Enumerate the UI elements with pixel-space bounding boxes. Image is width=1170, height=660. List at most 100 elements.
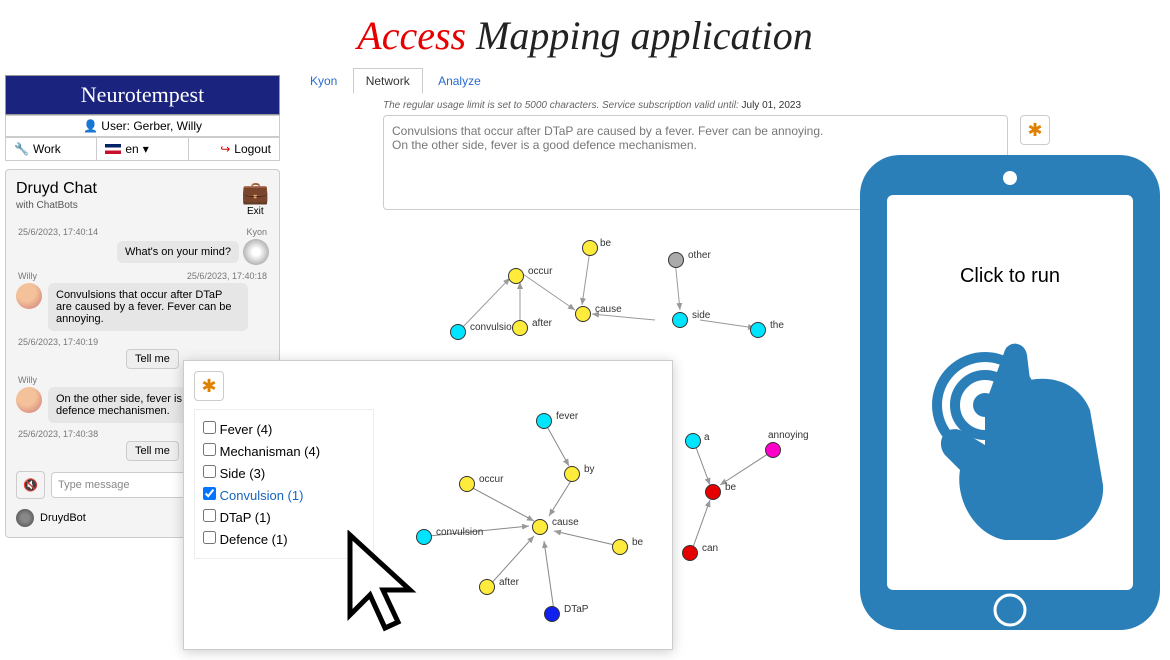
bot-name: DruydBot <box>40 512 86 524</box>
msg-ts: 25/6/2023, 17:40:18 <box>187 271 267 281</box>
avatar <box>16 283 42 309</box>
exit-label: Exit <box>242 206 269 217</box>
background-graph: convulsion occur after be cause other si… <box>400 230 830 360</box>
logout-button[interactable]: ↪ Logout <box>189 138 279 160</box>
chat-bubble: Convulsions that occur after DTaP are ca… <box>48 283 248 331</box>
logout-label: Logout <box>234 142 271 156</box>
graph-node[interactable] <box>450 324 466 340</box>
chat-bubble: What's on your mind? <box>117 241 239 263</box>
user-name: Gerber, Willy <box>133 119 202 133</box>
node-label: annoying <box>768 430 809 441</box>
mute-button[interactable]: 🔇 <box>16 471 45 499</box>
exit-button[interactable]: 💼 Exit <box>242 180 269 217</box>
heading-rest: Mapping application <box>466 13 813 58</box>
node-label: can <box>702 543 718 554</box>
tell-me-button[interactable]: Tell me <box>126 441 179 461</box>
tabs: Kyon Network Analyze <box>298 68 493 94</box>
node-label: occur <box>528 266 552 277</box>
avatar <box>243 239 269 265</box>
uk-flag-icon <box>105 144 121 154</box>
check-dtap[interactable]: DTaP (1) <box>203 506 365 528</box>
spare-node-group: a annoying be can <box>680 430 840 570</box>
brand-logo: Neurotempest <box>5 75 280 115</box>
chevron-down-icon: ▾ <box>143 142 149 156</box>
tab-kyon[interactable]: Kyon <box>298 69 349 93</box>
network-icon: ✱ <box>201 376 216 397</box>
node-label: cause <box>552 517 579 528</box>
graph-node[interactable] <box>532 519 548 535</box>
usage-limit-text: The regular usage limit is set to 5000 c… <box>383 100 801 111</box>
popup-graph: fever occur by convulsion cause be after… <box>414 391 674 641</box>
node-label: by <box>584 464 595 475</box>
graph-node[interactable] <box>765 442 781 458</box>
graph-node[interactable] <box>459 476 475 492</box>
tablet-cta[interactable]: Click to run <box>855 150 1165 635</box>
user-prefix: User: <box>101 119 133 133</box>
page-heading: Access Mapping application <box>0 12 1170 59</box>
node-label: the <box>770 320 784 331</box>
node-label: be <box>632 537 643 548</box>
graph-node[interactable] <box>685 433 701 449</box>
graph-node[interactable] <box>508 268 524 284</box>
graph-node[interactable] <box>575 306 591 322</box>
graph-node[interactable] <box>544 606 560 622</box>
node-label: DTaP <box>564 604 588 615</box>
input-line-1: Convulsions that occur after DTaP are ca… <box>392 124 999 138</box>
node-label: cause <box>595 304 622 315</box>
wrench-icon: 🔧 <box>14 142 29 156</box>
graph-node[interactable] <box>682 545 698 561</box>
msg-sender: Willy <box>18 271 37 281</box>
graph-node[interactable] <box>479 579 495 595</box>
graph-node[interactable] <box>612 539 628 555</box>
work-label: Work <box>33 142 61 156</box>
tab-network[interactable]: Network <box>353 68 423 94</box>
msg-sender: Kyon <box>246 227 267 237</box>
heading-accent: Access <box>357 13 466 58</box>
node-label: occur <box>479 474 503 485</box>
graph-node[interactable] <box>668 252 684 268</box>
bot-avatar-icon <box>16 509 34 527</box>
node-label: fever <box>556 411 578 422</box>
suitcase-icon: 💼 <box>242 180 269 206</box>
graph-node[interactable] <box>536 413 552 429</box>
node-label: convulsion <box>470 322 517 333</box>
check-fever[interactable]: Fever (4) <box>203 418 365 440</box>
tell-me-button[interactable]: Tell me <box>126 349 179 369</box>
user-line: 👤 User: Gerber, Willy <box>5 115 280 137</box>
user-icon: 👤 <box>83 119 98 133</box>
msg-ts: 25/6/2023, 17:40:38 <box>18 429 98 439</box>
node-label: a <box>704 432 710 443</box>
check-mechanisman[interactable]: Mechanisman (4) <box>203 440 365 462</box>
graph-node[interactable] <box>512 320 528 336</box>
run-network-button[interactable]: ✱ <box>1020 115 1050 145</box>
tablet-cta-label: Click to run <box>855 265 1165 288</box>
language-selector[interactable]: en ▾ <box>97 138 188 160</box>
node-label: side <box>692 310 710 321</box>
node-label: be <box>600 238 611 249</box>
graph-node[interactable] <box>582 240 598 256</box>
logout-icon: ↪ <box>220 142 230 156</box>
work-button[interactable]: 🔧 Work <box>6 138 97 160</box>
msg-sender: Willy <box>18 375 37 385</box>
node-label: other <box>688 250 711 261</box>
graph-node[interactable] <box>564 466 580 482</box>
graph-node[interactable] <box>672 312 688 328</box>
check-convulsion[interactable]: Convulsion (1) <box>203 484 365 506</box>
node-label: convulsion <box>436 527 483 538</box>
tab-analyze[interactable]: Analyze <box>426 69 493 93</box>
msg-ts: 25/6/2023, 17:40:14 <box>18 227 98 237</box>
chat-subtitle: with ChatBots <box>16 200 97 211</box>
msg-ts: 25/6/2023, 17:40:19 <box>18 337 98 347</box>
popup-network-button[interactable]: ✱ <box>194 371 224 401</box>
node-label: be <box>725 482 736 493</box>
node-label: after <box>532 318 552 329</box>
chat-title: Druyd Chat <box>16 180 97 198</box>
toolbar: 🔧 Work en ▾ ↪ Logout <box>5 137 280 161</box>
check-side[interactable]: Side (3) <box>203 462 365 484</box>
graph-node[interactable] <box>750 322 766 338</box>
cursor-icon <box>340 530 430 640</box>
graph-node[interactable] <box>705 484 721 500</box>
node-label: after <box>499 577 519 588</box>
limit-pre: The regular usage limit is set to 5000 c… <box>383 100 742 111</box>
avatar <box>16 387 42 413</box>
